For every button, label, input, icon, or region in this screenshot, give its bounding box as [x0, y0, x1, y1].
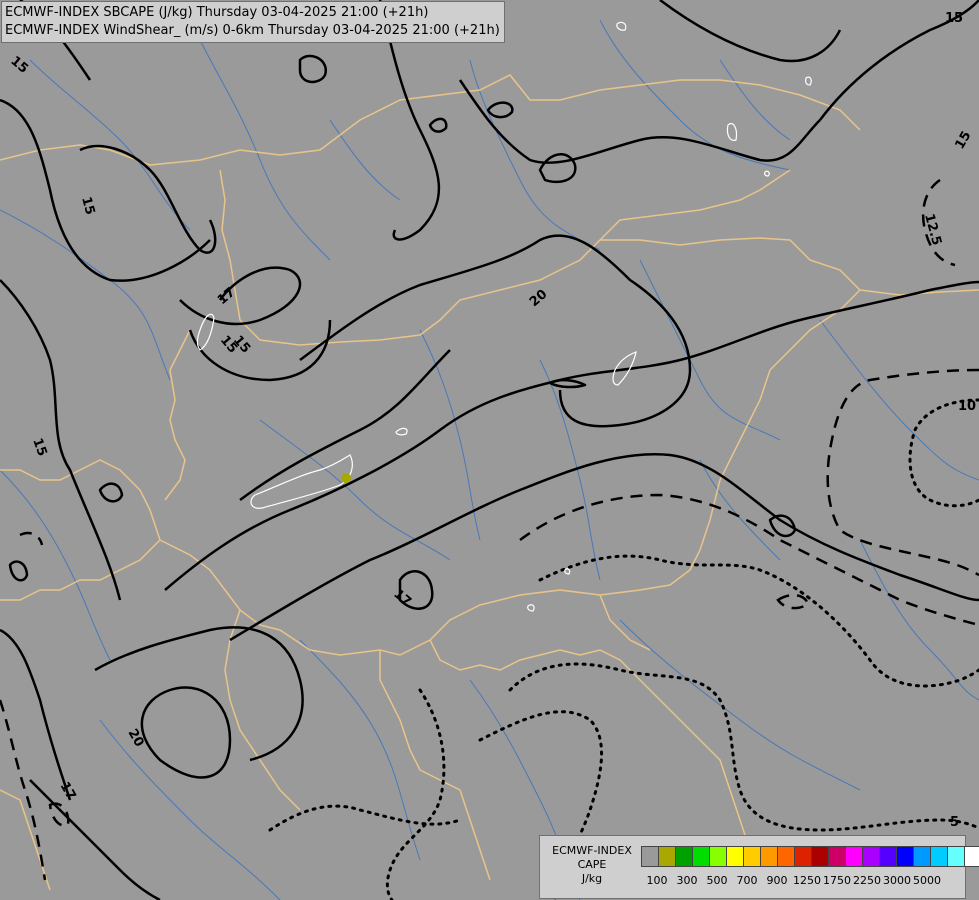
legend-swatch — [862, 846, 880, 867]
legend-tick-label: 900 — [766, 874, 788, 887]
contour-label: 10 — [958, 399, 976, 414]
legend-swatch — [896, 846, 914, 867]
legend-swatch — [930, 846, 948, 867]
legend-label-line: ECMWF-INDEX — [552, 844, 632, 857]
cape-legend: ECMWF-INDEX CAPE J/kg 100 300 500 700 900 125… — [539, 835, 979, 899]
contour-label: 5 — [950, 815, 959, 830]
map-title-box: ECMWF-INDEX SBCAPE (J/kg) Thursday 03-04… — [1, 1, 505, 43]
legend-swatch — [743, 846, 761, 867]
legend-swatch — [845, 846, 863, 867]
legend-swatch — [879, 846, 897, 867]
legend-swatch — [828, 846, 846, 867]
cape-spot-marker — [341, 473, 351, 483]
legend-tick-label: 5000 — [913, 874, 941, 887]
map-canvas: 15 15 15 15 15 15 12.5 17 15 20 10 17 20… — [0, 0, 979, 900]
legend-swatch — [675, 846, 693, 867]
legend-swatch — [777, 846, 795, 867]
legend-swatch — [760, 846, 778, 867]
legend-swatch — [947, 846, 965, 867]
legend-tick-label: 500 — [706, 874, 728, 887]
legend-tick-label: 2250 — [853, 874, 881, 887]
legend-label-line: J/kg — [581, 872, 603, 885]
legend-swatch — [794, 846, 812, 867]
legend-tick-label: 700 — [736, 874, 758, 887]
legend-label: ECMWF-INDEX CAPE J/kg — [544, 844, 640, 886]
legend-tick-label: 1250 — [793, 874, 821, 887]
title-line-cape: ECMWF-INDEX SBCAPE (J/kg) Thursday 03-04… — [5, 5, 429, 20]
legend-swatch — [811, 846, 829, 867]
legend-swatch — [726, 846, 744, 867]
legend-swatch — [641, 846, 659, 867]
legend-swatch — [964, 846, 979, 867]
legend-tick-label: 100 — [646, 874, 668, 887]
legend-tick-labels: 100 300 500 700 900 1250 1750 2250 3000 5000 — [641, 874, 966, 888]
legend-swatch — [658, 846, 676, 867]
legend-swatch — [692, 846, 710, 867]
legend-label-line: CAPE — [577, 858, 607, 871]
legend-color-swatches — [641, 846, 979, 867]
legend-tick-label: 1750 — [823, 874, 851, 887]
legend-tick-label: 300 — [676, 874, 698, 887]
contour-label: 15 — [945, 11, 963, 26]
title-line-windshear: ECMWF-INDEX WindShear_ (m/s) 0-6km Thurs… — [5, 23, 500, 38]
legend-tick-label: 3000 — [883, 874, 911, 887]
legend-swatch — [913, 846, 931, 867]
legend-swatch — [709, 846, 727, 867]
weather-map-viewer: 15 15 15 15 15 15 12.5 17 15 20 10 17 20… — [0, 0, 979, 900]
map-background — [0, 0, 979, 900]
